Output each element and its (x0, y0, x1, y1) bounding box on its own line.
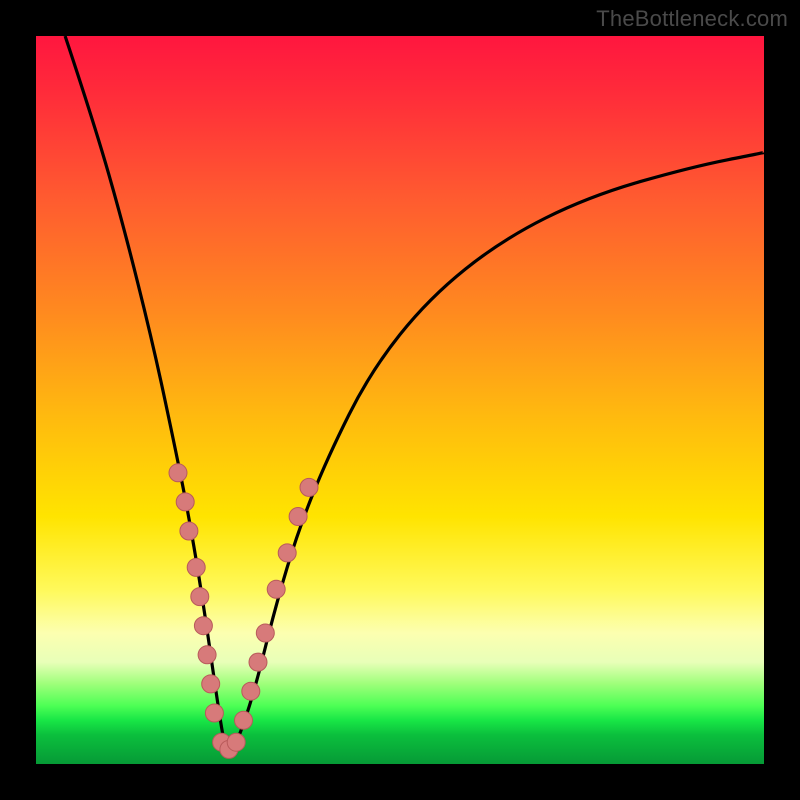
data-marker (180, 522, 198, 540)
data-marker (242, 682, 260, 700)
data-marker (256, 624, 274, 642)
curve-markers (169, 464, 318, 759)
data-marker (187, 558, 205, 576)
data-marker (194, 617, 212, 635)
data-marker (300, 478, 318, 496)
data-marker (169, 464, 187, 482)
data-marker (198, 646, 216, 664)
bottleneck-curve (36, 36, 764, 764)
data-marker (235, 711, 253, 729)
data-marker (191, 588, 209, 606)
plot-area (36, 36, 764, 764)
data-marker (227, 733, 245, 751)
data-marker (289, 508, 307, 526)
data-marker (267, 580, 285, 598)
watermark-text: TheBottleneck.com (596, 6, 788, 32)
data-marker (205, 704, 223, 722)
data-marker (202, 675, 220, 693)
data-marker (176, 493, 194, 511)
chart-frame: TheBottleneck.com (0, 0, 800, 800)
data-marker (278, 544, 296, 562)
data-marker (249, 653, 267, 671)
curve-line (65, 36, 764, 749)
